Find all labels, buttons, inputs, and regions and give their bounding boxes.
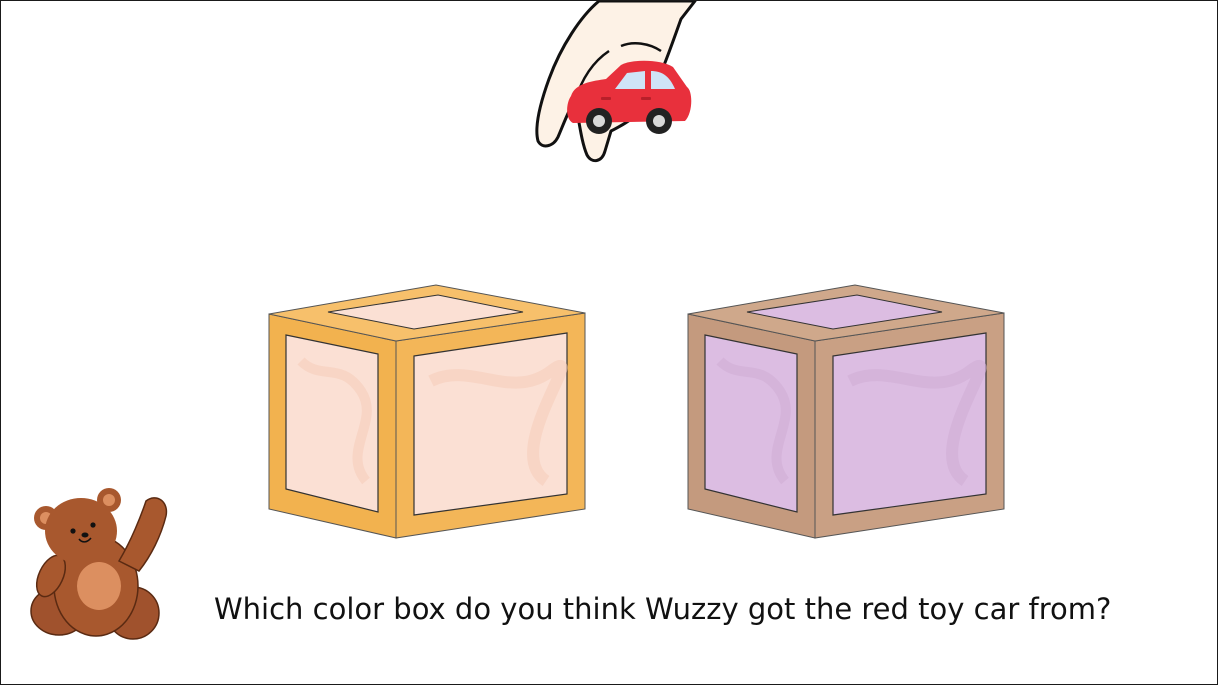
teddy-bear-icon — [30, 488, 168, 640]
brown-box[interactable] — [687, 284, 1005, 539]
orange-box[interactable] — [268, 284, 586, 539]
scene-illustration — [30, 1, 1005, 640]
slide: Which color box do you think Wuzzy got t… — [0, 0, 1218, 685]
question-text: Which color box do you think Wuzzy got t… — [214, 592, 1112, 626]
